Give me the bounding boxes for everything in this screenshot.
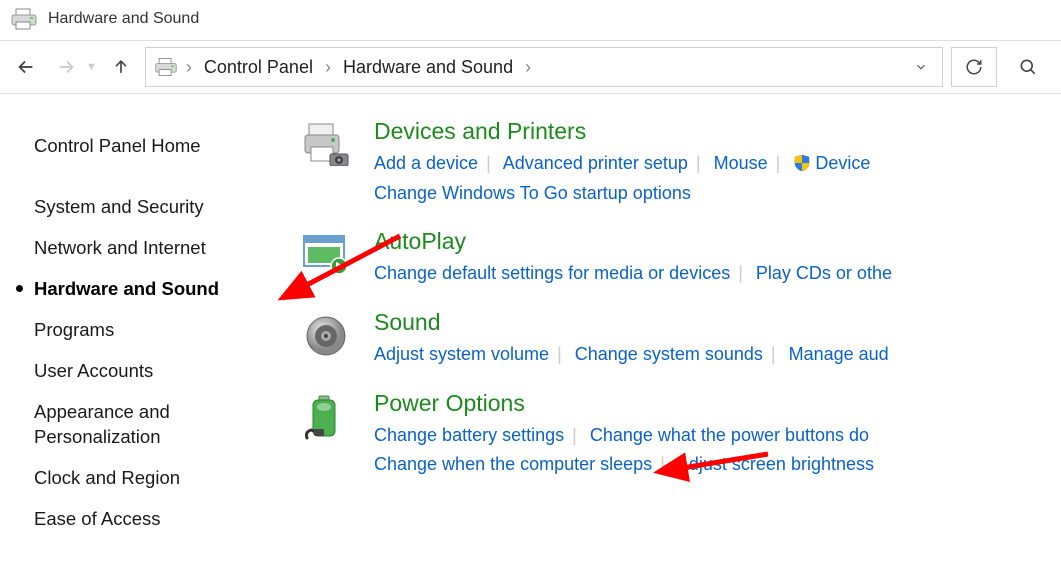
category-title-sound[interactable]: Sound <box>374 309 441 336</box>
nav-forward-button <box>50 51 82 83</box>
link-adjust-volume[interactable]: Adjust system volume <box>374 344 549 364</box>
link-advanced-printer-setup[interactable]: Advanced printer setup <box>503 153 688 173</box>
address-dropdown-button[interactable] <box>908 60 934 74</box>
nav-up-button[interactable] <box>105 51 137 83</box>
search-button[interactable] <box>1005 47 1051 87</box>
link-change-media-defaults[interactable]: Change default settings for media or dev… <box>374 263 730 283</box>
toolbar: ▼ › Control Panel › Hardware and Sound › <box>0 40 1061 94</box>
refresh-button[interactable] <box>951 47 997 87</box>
sidebar-item-appearance-personalization[interactable]: Appearance and Personalization <box>34 392 300 458</box>
chevron-right-icon[interactable]: › <box>325 57 331 78</box>
printer-window-icon <box>10 8 38 30</box>
sidebar-item-ease-of-access[interactable]: Ease of Access <box>34 499 300 540</box>
link-power-buttons[interactable]: Change what the power buttons do <box>590 425 869 445</box>
sidebar-item-programs[interactable]: Programs <box>34 310 300 351</box>
sidebar-home[interactable]: Control Panel Home <box>34 126 300 167</box>
breadcrumb-control-panel[interactable]: Control Panel <box>200 57 317 78</box>
title-bar: Hardware and Sound <box>0 0 1061 40</box>
sidebar-item-system-security[interactable]: System and Security <box>34 187 300 228</box>
category-autoplay: AutoPlay Change default settings for med… <box>300 228 1061 289</box>
content-area: Control Panel Home System and Security N… <box>0 94 1061 540</box>
link-add-device[interactable]: Add a device <box>374 153 478 173</box>
link-mouse[interactable]: Mouse <box>714 153 768 173</box>
category-title-autoplay[interactable]: AutoPlay <box>374 228 466 255</box>
sidebar-item-hardware-sound[interactable]: Hardware and Sound <box>34 269 300 310</box>
sidebar-item-network-internet[interactable]: Network and Internet <box>34 228 300 269</box>
address-bar-icon <box>154 57 178 77</box>
address-bar[interactable]: › Control Panel › Hardware and Sound › <box>145 47 943 87</box>
category-sound: Sound Adjust system volume| Change syste… <box>300 309 1061 370</box>
category-title-devices-printers[interactable]: Devices and Printers <box>374 118 586 145</box>
link-screen-brightness[interactable]: Adjust screen brightness <box>677 454 874 474</box>
sidebar-item-user-accounts[interactable]: User Accounts <box>34 351 300 392</box>
link-change-sounds[interactable]: Change system sounds <box>575 344 763 364</box>
window-title: Hardware and Sound <box>48 10 199 28</box>
nav-back-button[interactable] <box>10 51 42 83</box>
categories-list: Devices and Printers Add a device| Advan… <box>300 112 1061 540</box>
chevron-right-icon[interactable]: › <box>186 57 192 78</box>
sidebar-item-clock-region[interactable]: Clock and Region <box>34 458 300 499</box>
printer-icon <box>300 122 352 174</box>
category-title-power-options[interactable]: Power Options <box>374 390 525 417</box>
link-change-battery[interactable]: Change battery settings <box>374 425 564 445</box>
link-device-manager[interactable]: Device <box>815 153 870 173</box>
uac-shield-icon <box>793 154 811 172</box>
speaker-icon <box>300 313 352 365</box>
link-windows-to-go[interactable]: Change Windows To Go startup options <box>374 183 691 203</box>
recent-dropdown-icon[interactable]: ▼ <box>86 61 97 73</box>
chevron-right-icon[interactable]: › <box>525 57 531 78</box>
link-computer-sleeps[interactable]: Change when the computer sleeps <box>374 454 652 474</box>
sidebar: Control Panel Home System and Security N… <box>0 112 300 540</box>
link-play-cds[interactable]: Play CDs or othe <box>756 263 892 283</box>
autoplay-icon <box>300 232 352 284</box>
battery-icon <box>300 394 352 446</box>
link-manage-audio[interactable]: Manage aud <box>789 344 889 364</box>
category-devices-printers: Devices and Printers Add a device| Advan… <box>300 118 1061 208</box>
category-power-options: Power Options Change battery settings| C… <box>300 390 1061 480</box>
breadcrumb-hardware-sound[interactable]: Hardware and Sound <box>339 57 517 78</box>
